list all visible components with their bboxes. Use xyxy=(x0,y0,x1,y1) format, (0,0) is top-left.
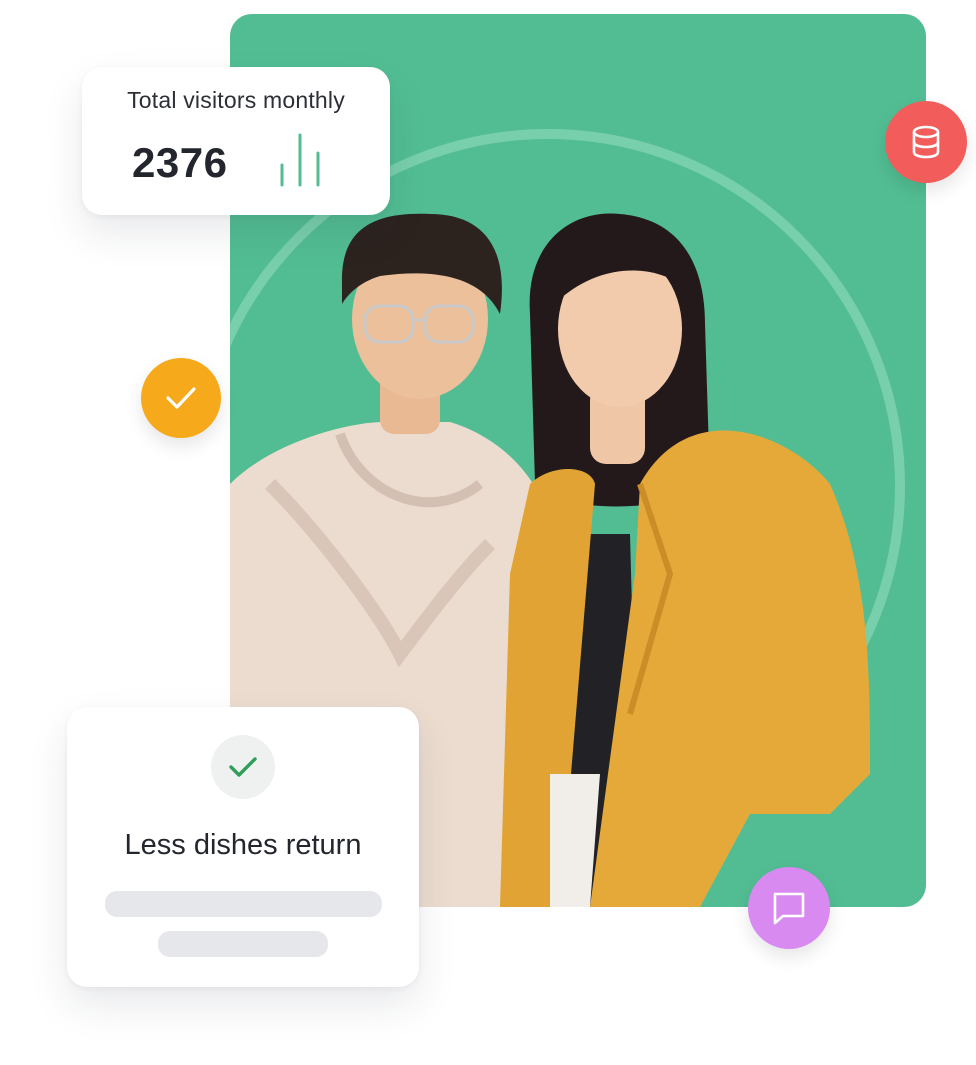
check-badge xyxy=(141,358,221,438)
database-icon xyxy=(912,125,940,159)
placeholder-line xyxy=(158,931,328,957)
check-icon xyxy=(229,757,257,777)
visitors-title: Total visitors monthly xyxy=(127,87,345,113)
chat-icon xyxy=(773,892,805,925)
database-badge xyxy=(885,101,967,183)
check-icon xyxy=(166,387,196,409)
dishes-title: Less dishes return xyxy=(124,829,362,861)
visitors-count: 2376 xyxy=(132,139,228,186)
dishes-card: Less dishes return xyxy=(67,707,419,987)
bar-chart-icon xyxy=(280,133,320,187)
check-circle xyxy=(211,735,275,799)
placeholder-line xyxy=(105,891,382,917)
visitors-card: Total visitors monthly 2376 xyxy=(82,67,390,215)
chat-badge xyxy=(748,867,830,949)
